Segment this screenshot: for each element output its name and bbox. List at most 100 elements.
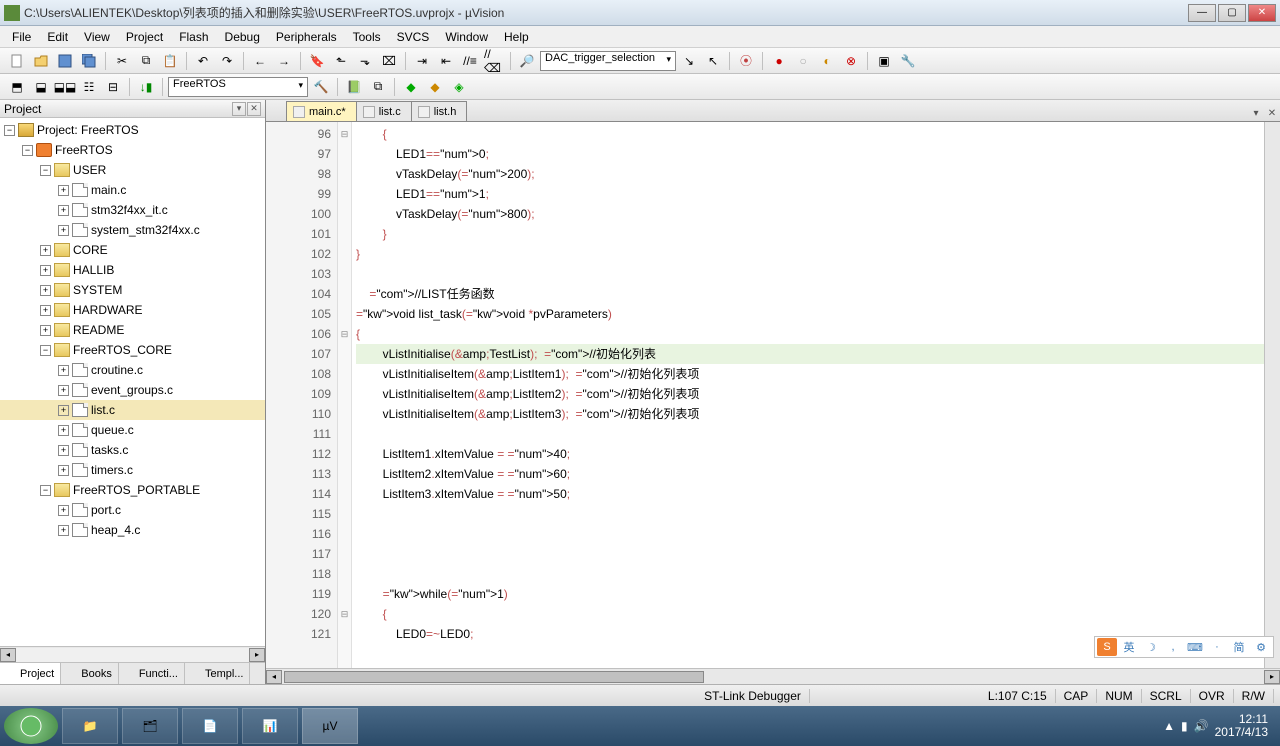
code-text[interactable]: { LED1=="num">0; vTaskDelay(="num">200);… xyxy=(352,122,1280,668)
target-options-icon[interactable]: 🔨 xyxy=(310,76,332,98)
find-prev-icon[interactable]: ↖ xyxy=(702,50,724,72)
taskbar-app-4[interactable]: 📊 xyxy=(242,708,298,744)
editor-tab[interactable]: main.c* xyxy=(286,101,357,121)
scroll-right-icon[interactable]: ▸ xyxy=(249,648,265,662)
configure-icon[interactable]: 🔧 xyxy=(897,50,919,72)
scroll-left-icon[interactable]: ◂ xyxy=(0,648,16,662)
comment-icon[interactable]: //≡ xyxy=(459,50,481,72)
tree-node[interactable]: −Project: FreeRTOS xyxy=(0,120,265,140)
menu-window[interactable]: Window xyxy=(437,28,496,46)
breakpoint-kill-icon[interactable]: ⊗ xyxy=(840,50,862,72)
tree-node[interactable]: +README xyxy=(0,320,265,340)
menu-flash[interactable]: Flash xyxy=(171,28,216,46)
rebuild-icon[interactable]: ⬓⬓ xyxy=(54,76,76,98)
taskbar-app-1[interactable]: 📁 xyxy=(62,708,118,744)
menu-file[interactable]: File xyxy=(4,28,39,46)
tree-node[interactable]: +timers.c xyxy=(0,460,265,480)
tree-node[interactable]: +port.c xyxy=(0,500,265,520)
editor-scroll-left-icon[interactable]: ◂ xyxy=(266,670,282,684)
start-button[interactable] xyxy=(4,708,58,744)
editor-tab-ctrl[interactable]: ✕ xyxy=(1264,105,1280,121)
manage-books-icon[interactable]: 📗 xyxy=(343,76,365,98)
breakpoint-insert-icon[interactable]: ● xyxy=(768,50,790,72)
translate-icon[interactable]: ⬒ xyxy=(6,76,28,98)
outdent-icon[interactable]: ⇤ xyxy=(435,50,457,72)
open-icon[interactable] xyxy=(30,50,52,72)
ime-keyboard-icon[interactable]: ⌨ xyxy=(1185,638,1205,656)
tree-node[interactable]: +queue.c xyxy=(0,420,265,440)
panel-tab-functi...[interactable]: Functi... xyxy=(119,663,185,684)
stop-build-icon[interactable]: ⊟ xyxy=(102,76,124,98)
bookmark-clear-icon[interactable]: ⌧ xyxy=(378,50,400,72)
tree-node[interactable]: −USER xyxy=(0,160,265,180)
panel-close-icon[interactable]: ✕ xyxy=(247,102,261,116)
tree-node[interactable]: −FreeRTOS_PORTABLE xyxy=(0,480,265,500)
tree-node[interactable]: +heap_4.c xyxy=(0,520,265,540)
bookmark-icon[interactable]: 🔖 xyxy=(306,50,328,72)
ime-toolbar[interactable]: S 英 ☽ , ⌨ · 简 ⚙ xyxy=(1094,636,1274,658)
tree-node[interactable]: +HALLIB xyxy=(0,260,265,280)
tree-node[interactable]: −FreeRTOS_CORE xyxy=(0,340,265,360)
tree-node[interactable]: +list.c xyxy=(0,400,265,420)
menu-debug[interactable]: Debug xyxy=(217,28,268,46)
editor-scroll-thumb[interactable] xyxy=(284,671,704,683)
copy-icon[interactable]: ⧉ xyxy=(135,50,157,72)
taskbar-app-5[interactable]: µV xyxy=(302,708,358,744)
menu-peripherals[interactable]: Peripherals xyxy=(268,28,345,46)
tray-network-icon[interactable]: ▮ xyxy=(1181,719,1188,733)
window-icon[interactable]: ▣ xyxy=(873,50,895,72)
tree-node[interactable]: +HARDWARE xyxy=(0,300,265,320)
find-next-icon[interactable]: ↘ xyxy=(678,50,700,72)
redo-icon[interactable]: ↷ xyxy=(216,50,238,72)
find-combo[interactable]: DAC_trigger_selection xyxy=(540,51,676,71)
tray-volume-icon[interactable]: 🔊 xyxy=(1194,719,1209,733)
find-icon[interactable]: 🔎 xyxy=(516,50,538,72)
breakpoint-enable-icon[interactable]: ○ xyxy=(792,50,814,72)
tray-clock[interactable]: 12:11 2017/4/13 xyxy=(1215,713,1268,739)
tree-node[interactable]: +main.c xyxy=(0,180,265,200)
ime-settings-icon[interactable]: ⚙ xyxy=(1251,638,1271,656)
build-icon[interactable]: ⬓ xyxy=(30,76,52,98)
fold-column[interactable]: ⊟⊟⊟ xyxy=(338,122,352,668)
maximize-button[interactable]: ▢ xyxy=(1218,4,1246,22)
taskbar-app-3[interactable]: 📄 xyxy=(182,708,238,744)
tray-flag-icon[interactable]: ▲ xyxy=(1163,719,1175,733)
menu-project[interactable]: Project xyxy=(118,28,171,46)
ime-logo-icon[interactable]: S xyxy=(1097,638,1117,656)
project-tree[interactable]: −Project: FreeRTOS−FreeRTOS−USER+main.c +… xyxy=(0,118,265,646)
nav-back-icon[interactable]: ← xyxy=(249,50,271,72)
bookmark-prev-icon[interactable]: ⬑ xyxy=(330,50,352,72)
editor-tab[interactable]: list.h xyxy=(411,101,468,121)
panel-dropdown-icon[interactable]: ▾ xyxy=(232,102,246,116)
tree-node[interactable]: +SYSTEM xyxy=(0,280,265,300)
tree-node[interactable]: +CORE xyxy=(0,240,265,260)
code-area[interactable]: 9697989910010110210310410510610710810911… xyxy=(266,122,1280,668)
panel-tab-project[interactable]: Project xyxy=(0,663,61,684)
breakpoint-disable-icon[interactable]: ◐ xyxy=(816,50,838,72)
project-hscroll[interactable]: ◂ ▸ xyxy=(0,646,265,662)
taskbar-app-2[interactable]: 🗂 xyxy=(122,708,178,744)
indent-icon[interactable]: ⇥ xyxy=(411,50,433,72)
editor-scroll-right-icon[interactable]: ▸ xyxy=(1264,670,1280,684)
menu-edit[interactable]: Edit xyxy=(39,28,76,46)
tree-node[interactable]: +system_stm32f4xx.c xyxy=(0,220,265,240)
paste-icon[interactable]: 📋 xyxy=(159,50,181,72)
uncomment-icon[interactable]: //⌫ xyxy=(483,50,505,72)
menu-help[interactable]: Help xyxy=(496,28,537,46)
editor-tab-ctrl[interactable]: ▾ xyxy=(1248,105,1264,121)
save-all-icon[interactable] xyxy=(78,50,100,72)
tree-node[interactable]: −FreeRTOS xyxy=(0,140,265,160)
ime-punct-button[interactable]: , xyxy=(1163,638,1183,656)
select-packs-icon[interactable]: ◆ xyxy=(424,76,446,98)
minimize-button[interactable]: — xyxy=(1188,4,1216,22)
menu-svcs[interactable]: SVCS xyxy=(389,28,438,46)
target-combo[interactable]: FreeRTOS xyxy=(168,77,308,97)
manage-rte-icon[interactable]: ◆ xyxy=(400,76,422,98)
new-icon[interactable] xyxy=(6,50,28,72)
debug-icon[interactable]: ⦿ xyxy=(735,50,757,72)
save-icon[interactable] xyxy=(54,50,76,72)
ime-dot-button[interactable]: · xyxy=(1207,638,1227,656)
editor-tab[interactable]: list.c xyxy=(356,101,412,121)
tree-node[interactable]: +tasks.c xyxy=(0,440,265,460)
download-icon[interactable]: ↓▮ xyxy=(135,76,157,98)
